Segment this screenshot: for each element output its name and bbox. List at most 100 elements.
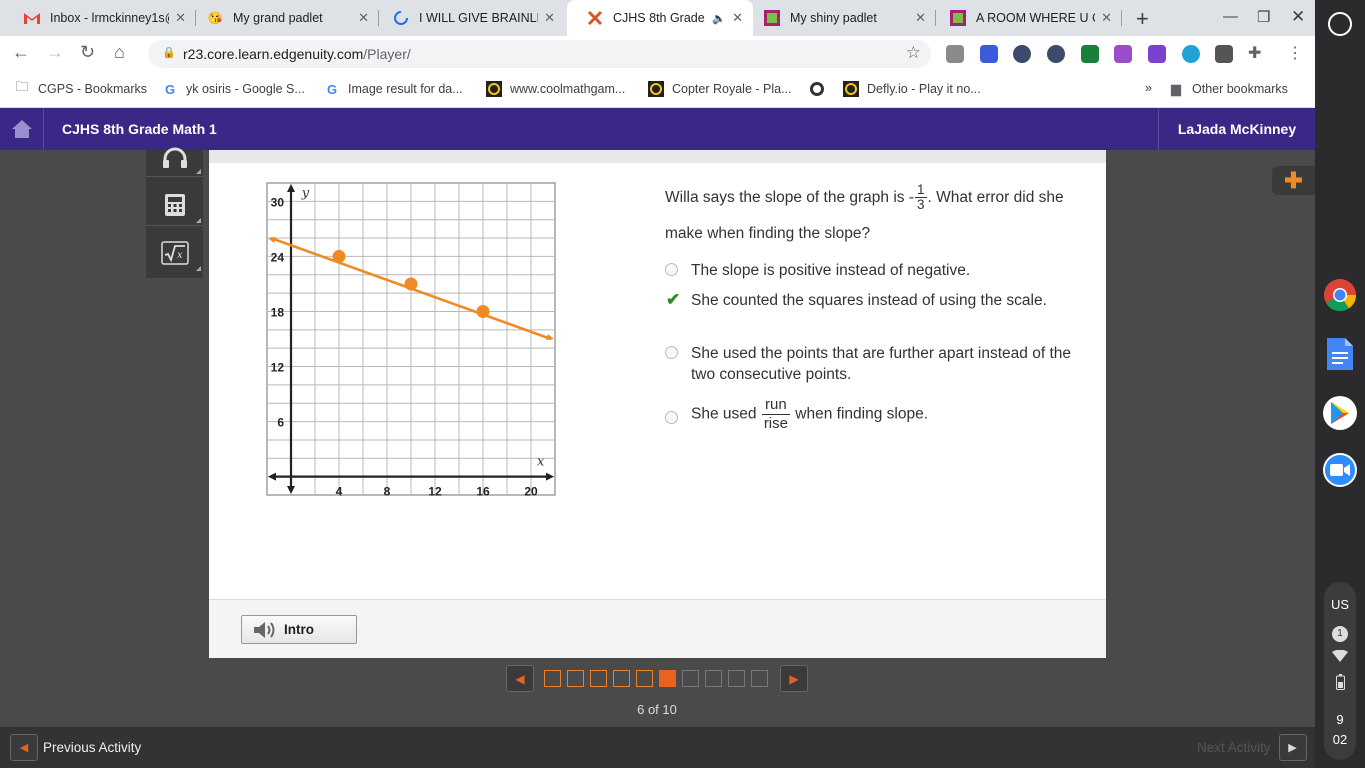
other-bookmarks[interactable]: ▆ Other bookmarks <box>1168 81 1288 97</box>
radio-button[interactable] <box>665 263 678 276</box>
page-square-10[interactable] <box>751 670 768 687</box>
page-square-7[interactable] <box>682 670 699 687</box>
page-square-1[interactable] <box>544 670 561 687</box>
reload-icon[interactable]: ↻ <box>80 42 95 63</box>
close-tab-icon[interactable]: ✕ <box>544 10 555 26</box>
tool-column: x <box>146 147 203 278</box>
edgenuity-icon <box>587 10 603 26</box>
page-square-8[interactable] <box>705 670 722 687</box>
extension-c-icon[interactable] <box>980 45 998 63</box>
forward-icon[interactable]: → <box>46 42 64 63</box>
tab-brainly[interactable]: I WILL GIVE BRAINLE ✕ <box>373 0 565 36</box>
data-point-1 <box>332 249 346 263</box>
extension-r-icon[interactable] <box>1215 45 1233 63</box>
tab-edgenuity-active[interactable]: CJHS 8th Grade 🔈 ✕ <box>567 0 753 36</box>
next-activity-button[interactable]: Next Activity ▶ <box>1197 734 1307 761</box>
menu-kebab-icon[interactable]: ⋮ <box>1287 43 1303 63</box>
google-icon: G <box>164 81 176 97</box>
caret-right-icon: ▶ <box>789 671 799 686</box>
minimize-icon[interactable]: — <box>1223 8 1238 25</box>
new-tab-icon[interactable]: + <box>1136 6 1149 32</box>
close-tab-icon[interactable]: ✕ <box>358 10 369 26</box>
address-bar[interactable]: 🔒 r23.core.learn.edgenuity.com/Player/ ☆ <box>148 40 931 68</box>
page-square-6[interactable] <box>659 670 676 687</box>
bookmark-item[interactable]: www.coolmathgam... <box>486 81 625 97</box>
speaker-icon <box>254 621 275 638</box>
calculator-icon <box>164 194 185 216</box>
bookmarks-overflow-icon[interactable]: » <box>1145 81 1152 95</box>
bookmark-item[interactable]: G Image result for da... <box>324 81 463 97</box>
bookmark-item[interactable]: Defly.io - Play it no... <box>843 81 981 97</box>
tab-title: My grand padlet <box>233 11 323 25</box>
slope-graph: 4 8 12 16 20 6 12 18 24 30 x y <box>266 182 556 498</box>
radio-button[interactable] <box>665 411 678 424</box>
x-axis-label: x <box>537 455 545 470</box>
extension-icon[interactable] <box>946 45 964 63</box>
tab-padlet-grand[interactable]: 😘 My grand padlet ✕ <box>187 0 379 36</box>
page-square-3[interactable] <box>590 670 607 687</box>
back-icon[interactable]: ← <box>12 42 30 63</box>
chrome-icon[interactable] <box>1323 278 1357 312</box>
mute-icon[interactable]: 🔈 <box>712 12 726 25</box>
bookmark-star-icon[interactable]: ☆ <box>906 43 921 63</box>
x-tick-label: 16 <box>476 485 490 498</box>
google-docs-icon[interactable] <box>1323 337 1357 371</box>
extension-icon[interactable] <box>1148 45 1166 63</box>
loading-spinner-icon <box>393 10 409 26</box>
tab-title: My shiny padlet <box>790 11 877 25</box>
house-icon <box>11 120 32 138</box>
close-window-icon[interactable]: ✕ <box>1291 7 1305 27</box>
page-square-4[interactable] <box>613 670 630 687</box>
page-square-2[interactable] <box>567 670 584 687</box>
question-text: Willa says the slope of the graph is -13… <box>665 182 1064 242</box>
battery-icon <box>1324 674 1356 693</box>
caret-right-icon: ▶ <box>1288 742 1297 754</box>
bookmark-item[interactable]: 🗀 CGPS - Bookmarks <box>14 79 147 97</box>
padlet-icon <box>764 10 780 26</box>
restore-icon[interactable]: ❐ <box>1257 8 1270 26</box>
extensions-puzzle-icon[interactable]: ✚ <box>1248 43 1261 63</box>
audio-tool-button[interactable] <box>146 140 203 177</box>
calculator-tool-button[interactable] <box>146 185 203 226</box>
checkmark-icon: ✔ <box>666 290 681 309</box>
extension-puzzle-icon[interactable] <box>1114 45 1132 63</box>
page-square-5[interactable] <box>636 670 653 687</box>
y-tick-label: 24 <box>271 250 285 264</box>
previous-activity-button[interactable]: ◀ Previous Activity <box>10 734 141 761</box>
prev-page-button[interactable]: ◀ <box>506 665 534 692</box>
formula-tool-button[interactable]: x <box>146 232 203 273</box>
fraction-one-third: 13 <box>915 182 927 213</box>
home-icon[interactable]: ⌂ <box>114 42 125 63</box>
add-tool-button[interactable]: ✚ <box>1272 166 1315 195</box>
x-tick-label: 4 <box>336 485 343 498</box>
tab-padlet-room[interactable]: A ROOM WHERE U C ✕ <box>930 0 1122 36</box>
bookmark-item[interactable] <box>809 81 833 97</box>
cast-icon[interactable] <box>1081 45 1099 63</box>
clock-minute: 02 <box>1332 732 1348 747</box>
close-tab-icon[interactable]: ✕ <box>915 10 926 26</box>
extension-shield-icon[interactable] <box>1013 45 1031 63</box>
user-name[interactable]: LaJada McKinney <box>1158 108 1315 150</box>
close-tab-icon[interactable]: ✕ <box>1101 10 1112 26</box>
close-tab-icon[interactable]: ✕ <box>175 10 186 26</box>
gmail-icon <box>24 10 40 26</box>
bookmark-item[interactable]: Copter Royale - Pla... <box>648 81 792 97</box>
extension-globe-icon[interactable] <box>1182 45 1200 63</box>
page-count: 6 of 10 <box>637 702 677 717</box>
launcher-icon[interactable] <box>1328 12 1352 36</box>
tab-gmail[interactable]: Inbox - lrmckinney1s@ ✕ <box>4 0 196 36</box>
play-store-icon[interactable] <box>1323 396 1357 430</box>
tab-padlet-shiny[interactable]: My shiny padlet ✕ <box>744 0 936 36</box>
wifi-icon <box>1324 649 1356 665</box>
intro-button[interactable]: Intro <box>241 615 357 644</box>
home-button[interactable] <box>0 108 44 150</box>
bookmark-item[interactable]: Gyk osiris - Google S... <box>162 81 305 97</box>
next-page-button[interactable]: ▶ <box>780 665 808 692</box>
folder-icon: 🗀 <box>15 79 29 94</box>
radio-button[interactable] <box>665 346 678 359</box>
extension-shield-icon[interactable] <box>1047 45 1065 63</box>
zoom-icon[interactable] <box>1323 453 1357 487</box>
status-tray[interactable]: US 1 9 02 <box>1324 582 1356 760</box>
page-square-9[interactable] <box>728 670 745 687</box>
close-tab-icon[interactable]: ✕ <box>732 10 743 26</box>
